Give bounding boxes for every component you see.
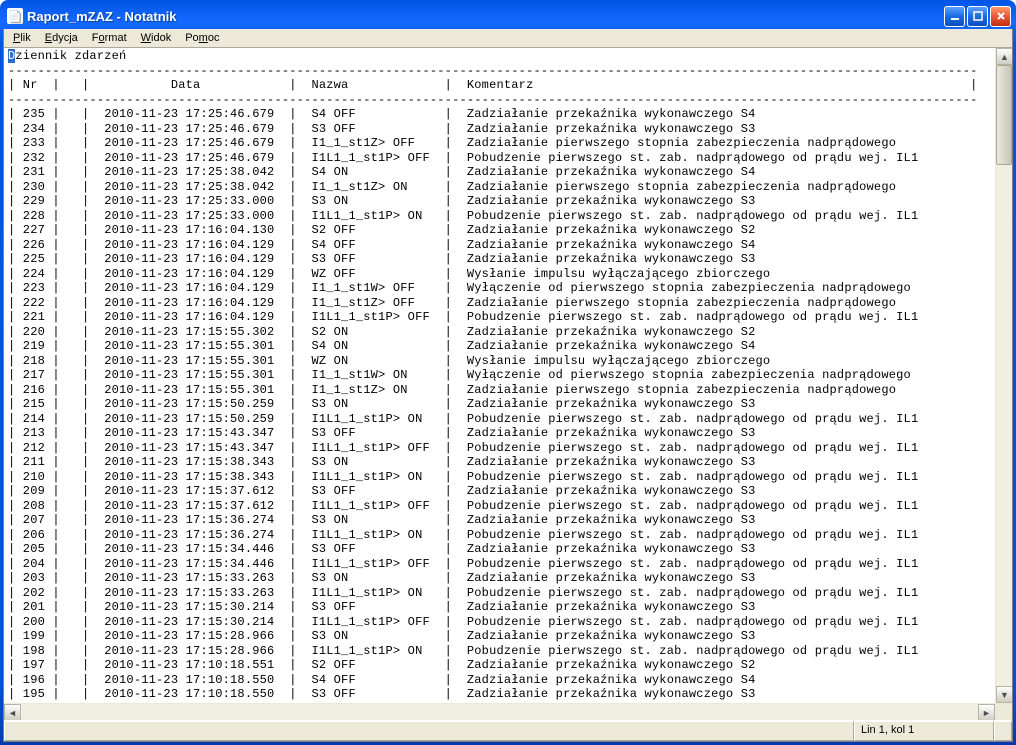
text-line: ----------------------------------------… [8, 64, 1012, 79]
text-line: | 214 | | 2010-11-23 17:15:50.259 | I1L1… [8, 412, 1012, 427]
text-line: | 221 | | 2010-11-23 17:16:04.129 | I1L1… [8, 310, 1012, 325]
text-line: | 229 | | 2010-11-23 17:25:33.000 | S3 O… [8, 194, 1012, 209]
app-icon: 📄 [7, 8, 23, 24]
text-line: | 203 | | 2010-11-23 17:15:33.263 | S3 O… [8, 571, 1012, 586]
text-line: | 217 | | 2010-11-23 17:15:55.301 | I1_1… [8, 368, 1012, 383]
text-line: | 196 | | 2010-11-23 17:10:18.550 | S4 O… [8, 673, 1012, 688]
scroll-up-icon[interactable]: ▲ [996, 48, 1012, 65]
text-line: | 223 | | 2010-11-23 17:16:04.129 | I1_1… [8, 281, 1012, 296]
text-line: | 208 | | 2010-11-23 17:15:37.612 | I1L1… [8, 499, 1012, 514]
text-line: | 228 | | 2010-11-23 17:25:33.000 | I1L1… [8, 209, 1012, 224]
horizontal-scrollbar[interactable]: ◄ ► [4, 703, 995, 720]
text-line: | 204 | | 2010-11-23 17:15:34.446 | I1L1… [8, 557, 1012, 572]
minimize-button[interactable] [944, 6, 965, 27]
menu-edit[interactable]: Edycja [38, 30, 85, 46]
text-line: | 227 | | 2010-11-23 17:16:04.130 | S2 O… [8, 223, 1012, 238]
text-line: Dziennik zdarzeń [8, 49, 1012, 64]
text-line: | 219 | | 2010-11-23 17:15:55.301 | S4 O… [8, 339, 1012, 354]
text-line: | 207 | | 2010-11-23 17:15:36.274 | S3 O… [8, 513, 1012, 528]
scroll-right-icon[interactable]: ► [978, 704, 995, 720]
menu-file[interactable]: Plik [6, 30, 38, 46]
text-line: | 212 | | 2010-11-23 17:15:43.347 | I1L1… [8, 441, 1012, 456]
statusbar: Lin 1, kol 1 [4, 720, 1012, 741]
text-line: | 234 | | 2010-11-23 17:25:46.679 | S3 O… [8, 122, 1012, 137]
text-line: | 195 | | 2010-11-23 17:10:18.550 | S3 O… [8, 687, 1012, 702]
text-line: | 211 | | 2010-11-23 17:15:38.343 | S3 O… [8, 455, 1012, 470]
scroll-thumb[interactable] [996, 65, 1012, 165]
text-line: | 201 | | 2010-11-23 17:15:30.214 | S3 O… [8, 600, 1012, 615]
text-line: | 235 | | 2010-11-23 17:25:46.679 | S4 O… [8, 107, 1012, 122]
text-line: | 206 | | 2010-11-23 17:15:36.274 | I1L1… [8, 528, 1012, 543]
text-line: | 209 | | 2010-11-23 17:15:37.612 | S3 O… [8, 484, 1012, 499]
close-button[interactable] [990, 6, 1011, 27]
text-line: | 233 | | 2010-11-23 17:25:46.679 | I1_1… [8, 136, 1012, 151]
text-line: | 225 | | 2010-11-23 17:16:04.129 | S3 O… [8, 252, 1012, 267]
scroll-down-icon[interactable]: ▼ [996, 686, 1012, 703]
text-line: | 224 | | 2010-11-23 17:16:04.129 | WZ O… [8, 267, 1012, 282]
text-line: ----------------------------------------… [8, 93, 1012, 108]
app-window: 📄 Raport_mZAZ - Notatnik Plik Edycja For… [0, 0, 1016, 745]
text-line: | 197 | | 2010-11-23 17:10:18.551 | S2 O… [8, 658, 1012, 673]
window-title: Raport_mZAZ - Notatnik [27, 9, 944, 24]
scroll-corner [995, 703, 1012, 720]
text-line: | 210 | | 2010-11-23 17:15:38.343 | I1L1… [8, 470, 1012, 485]
text-line: | 232 | | 2010-11-23 17:25:46.679 | I1L1… [8, 151, 1012, 166]
text-line: | 222 | | 2010-11-23 17:16:04.129 | I1_1… [8, 296, 1012, 311]
text-line: | 231 | | 2010-11-23 17:25:38.042 | S4 O… [8, 165, 1012, 180]
menu-help[interactable]: Pomoc [178, 30, 226, 46]
titlebar[interactable]: 📄 Raport_mZAZ - Notatnik [3, 3, 1013, 29]
status-empty [4, 721, 854, 741]
text-line: | 218 | | 2010-11-23 17:15:55.301 | WZ O… [8, 354, 1012, 369]
text-line: | 200 | | 2010-11-23 17:15:30.214 | I1L1… [8, 615, 1012, 630]
scroll-left-icon[interactable]: ◄ [4, 704, 21, 720]
menu-view[interactable]: Widok [134, 30, 179, 46]
text-line: | 202 | | 2010-11-23 17:15:33.263 | I1L1… [8, 586, 1012, 601]
text-line: | 198 | | 2010-11-23 17:15:28.966 | I1L1… [8, 644, 1012, 659]
text-editor[interactable]: Dziennik zdarzeń------------------------… [4, 48, 1012, 720]
text-line: | Nr | | Data | Nazwa | Komentarz | [8, 78, 1012, 93]
text-line: | 205 | | 2010-11-23 17:15:34.446 | S3 O… [8, 542, 1012, 557]
resize-grip[interactable] [994, 721, 1012, 741]
status-position: Lin 1, kol 1 [854, 721, 994, 741]
text-line: | 226 | | 2010-11-23 17:16:04.129 | S4 O… [8, 238, 1012, 253]
menubar: Plik Edycja Format Widok Pomoc [4, 29, 1012, 48]
menu-format[interactable]: Format [85, 30, 134, 46]
vertical-scrollbar[interactable]: ▲ ▼ [995, 48, 1012, 703]
text-line: | 220 | | 2010-11-23 17:15:55.302 | S2 O… [8, 325, 1012, 340]
text-line: | 230 | | 2010-11-23 17:25:38.042 | I1_1… [8, 180, 1012, 195]
maximize-button[interactable] [967, 6, 988, 27]
text-line: | 215 | | 2010-11-23 17:15:50.259 | S3 O… [8, 397, 1012, 412]
text-line: | 199 | | 2010-11-23 17:15:28.966 | S3 O… [8, 629, 1012, 644]
text-line: | 213 | | 2010-11-23 17:15:43.347 | S3 O… [8, 426, 1012, 441]
text-line: | 216 | | 2010-11-23 17:15:55.301 | I1_1… [8, 383, 1012, 398]
